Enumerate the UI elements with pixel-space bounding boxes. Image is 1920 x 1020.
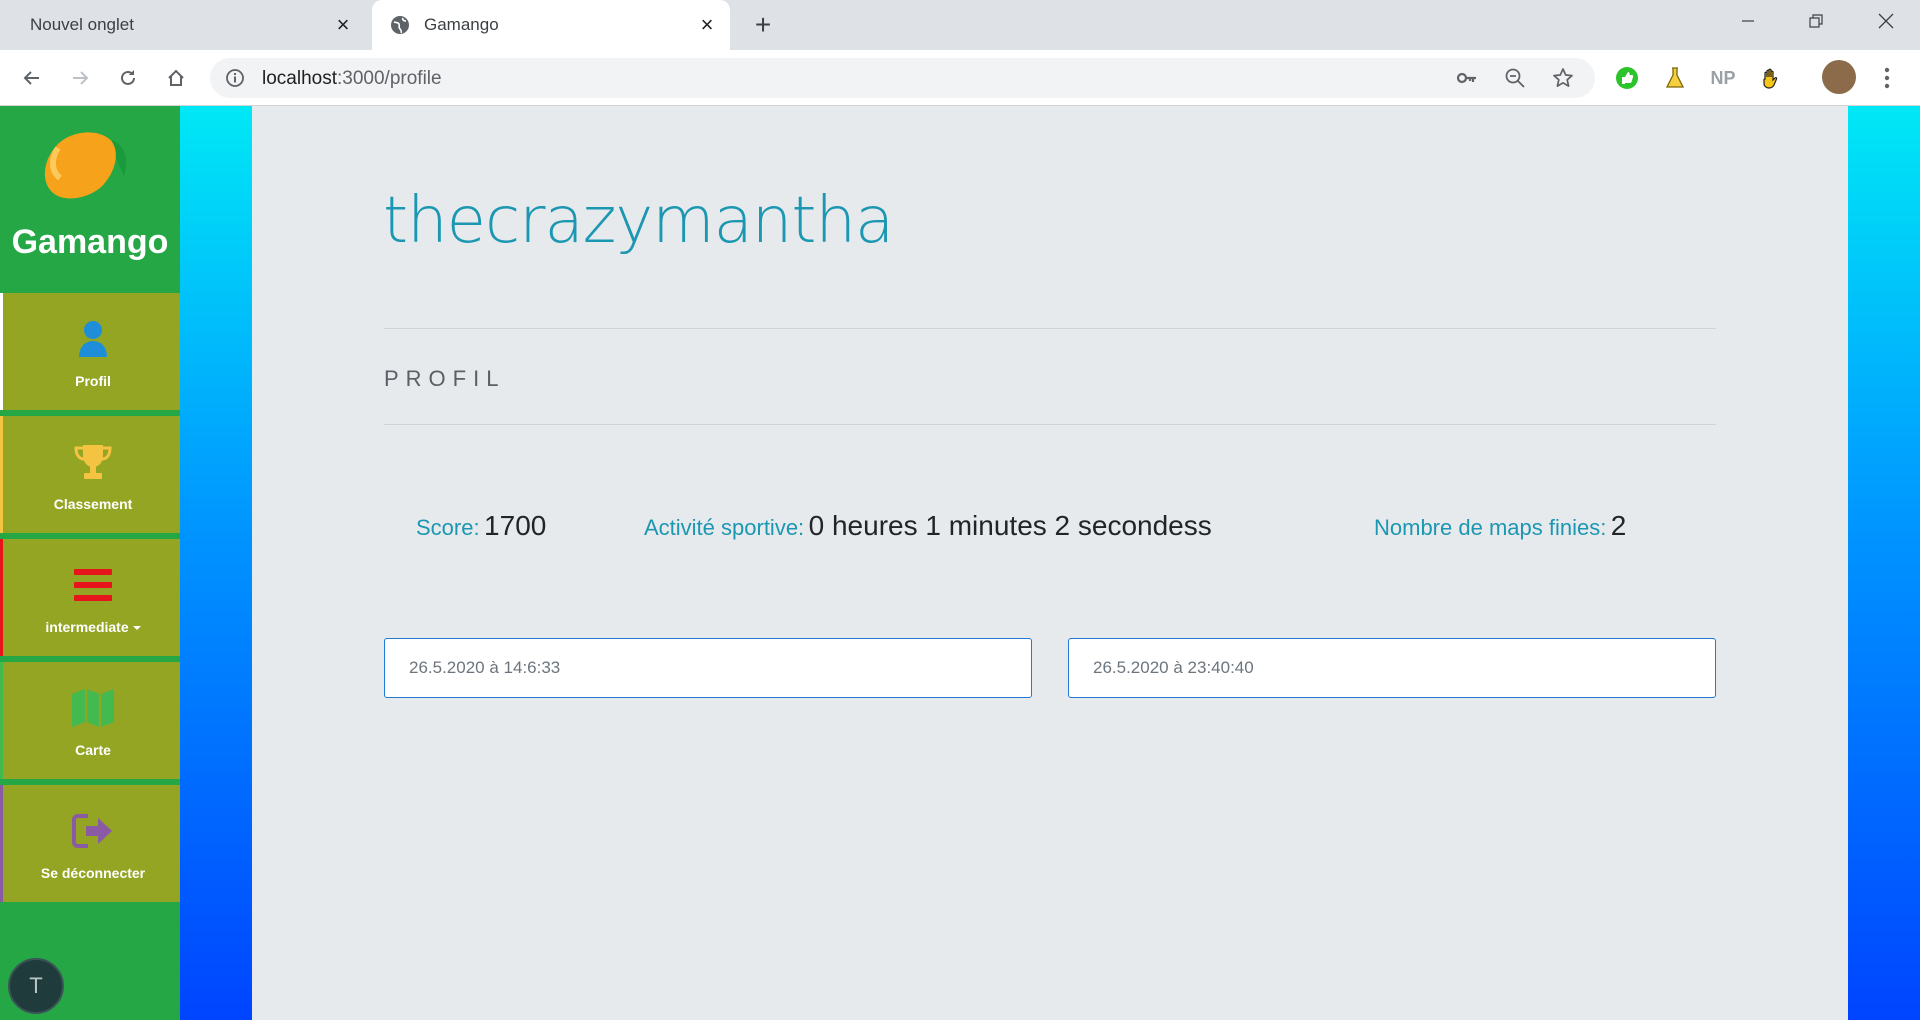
restore-icon[interactable] bbox=[1782, 0, 1850, 42]
map-icon bbox=[3, 686, 183, 730]
level-dropdown-toggle[interactable]: intermediate bbox=[3, 619, 183, 635]
home-icon[interactable] bbox=[160, 62, 192, 94]
address-bar[interactable]: localhost:3000/profile bbox=[210, 58, 1595, 98]
section-title: PROFIL bbox=[384, 366, 506, 391]
tab-gamango[interactable]: Gamango × bbox=[372, 0, 730, 50]
url-text: localhost:3000/profile bbox=[262, 68, 442, 90]
browser-toolbar: localhost:3000/profile NP bbox=[0, 50, 1920, 106]
sidebar-item-intermediate[interactable]: intermediate bbox=[0, 539, 180, 656]
tab-nouvel-onglet[interactable]: Nouvel onglet × bbox=[0, 0, 366, 50]
date-value: 26.5.2020 à 23:40:40 bbox=[1093, 658, 1254, 677]
stat-activity: Activité sportive: 0 heures 1 minutes 2 … bbox=[644, 510, 1212, 542]
sidebar-item-carte[interactable]: Carte bbox=[0, 662, 180, 779]
profile-username: thecrazymantha bbox=[383, 184, 894, 258]
stat-label: Score: bbox=[416, 515, 480, 540]
url-path: :3000/profile bbox=[337, 68, 442, 89]
tab-title: Gamango bbox=[424, 15, 499, 34]
brand[interactable]: Gamango bbox=[0, 106, 180, 292]
stat-maps: Nombre de maps finies: 2 bbox=[1374, 510, 1626, 542]
stat-label: Activité sportive: bbox=[644, 515, 805, 540]
key-icon[interactable] bbox=[1456, 67, 1478, 89]
sidebar: Gamango Profil Classement intermediate C bbox=[0, 106, 180, 1020]
globe-icon bbox=[390, 15, 410, 35]
sidebar-item-label: intermediate bbox=[45, 619, 129, 635]
flask-icon[interactable] bbox=[1662, 65, 1688, 91]
sidebar-item-label: Carte bbox=[75, 742, 111, 758]
divider bbox=[384, 328, 1716, 329]
user-profile-avatar[interactable] bbox=[1822, 60, 1856, 94]
stat-value: 1700 bbox=[484, 510, 547, 541]
back-arrow-icon[interactable] bbox=[16, 62, 48, 94]
close-tab-icon[interactable]: × bbox=[332, 14, 354, 36]
sidebar-item-se-deconnecter[interactable]: Se déconnecter bbox=[0, 785, 180, 902]
menu-icon bbox=[3, 563, 183, 607]
date-field-start[interactable]: 26.5.2020 à 14:6:33 bbox=[384, 638, 1032, 698]
stat-label: Nombre de maps finies: bbox=[1374, 515, 1607, 540]
date-value: 26.5.2020 à 14:6:33 bbox=[409, 658, 561, 677]
user-icon bbox=[3, 317, 183, 361]
forward-arrow-icon[interactable] bbox=[64, 62, 96, 94]
sidebar-item-label: Profil bbox=[75, 373, 111, 389]
page-background: Gamango Profil Classement intermediate C bbox=[0, 106, 1920, 1020]
thumbs-up-icon[interactable] bbox=[1614, 65, 1640, 91]
zoom-out-icon[interactable] bbox=[1504, 67, 1526, 89]
stat-value: 0 heures 1 minutes 2 secondess bbox=[808, 510, 1212, 541]
reload-icon[interactable] bbox=[112, 62, 144, 94]
bookmark-star-icon[interactable] bbox=[1552, 67, 1574, 89]
divider bbox=[384, 424, 1716, 425]
caret-down-icon bbox=[132, 626, 141, 631]
profile-content: thecrazymantha PROFIL Score: 1700 Activi… bbox=[252, 106, 1848, 1020]
sidebar-item-profil[interactable]: Profil bbox=[0, 293, 180, 410]
hand-icon[interactable] bbox=[1758, 65, 1784, 91]
url-host: localhost bbox=[262, 68, 337, 89]
close-window-icon[interactable] bbox=[1852, 0, 1920, 42]
avatar[interactable]: T bbox=[8, 958, 64, 1014]
sign-out-icon bbox=[3, 809, 183, 853]
kebab-menu-icon[interactable] bbox=[1874, 65, 1900, 91]
date-field-end[interactable]: 26.5.2020 à 23:40:40 bbox=[1068, 638, 1716, 698]
sidebar-item-classement[interactable]: Classement bbox=[0, 416, 180, 533]
browser-tabstrip: Nouvel onglet × Gamango × + bbox=[0, 0, 1920, 50]
sidebar-item-label: Se déconnecter bbox=[40, 865, 146, 881]
stat-value: 2 bbox=[1610, 510, 1627, 541]
mango-logo-icon bbox=[38, 126, 142, 208]
close-tab-icon[interactable]: × bbox=[696, 14, 718, 36]
site-info-icon[interactable] bbox=[224, 67, 246, 89]
new-tab-plus-icon[interactable]: + bbox=[748, 9, 778, 40]
sidebar-item-label: Classement bbox=[53, 496, 133, 512]
trophy-icon bbox=[3, 440, 183, 484]
tab-title: Nouvel onglet bbox=[30, 15, 134, 34]
brand-name: Gamango bbox=[11, 223, 169, 261]
minimize-icon[interactable] bbox=[1714, 0, 1782, 42]
np-icon[interactable]: NP bbox=[1710, 65, 1736, 91]
stat-score: Score: 1700 bbox=[416, 510, 546, 542]
